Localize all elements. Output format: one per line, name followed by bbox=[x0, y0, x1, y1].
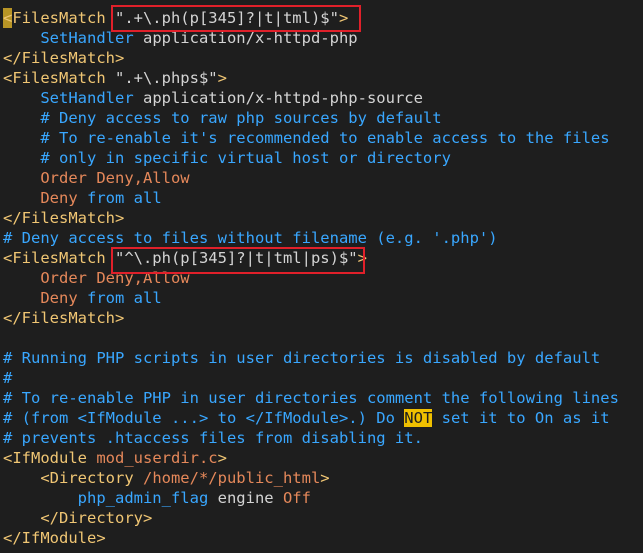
code-token: from bbox=[87, 289, 134, 307]
code-line: # To re-enable PHP in user directories c… bbox=[3, 388, 619, 408]
code-token: </Directory> bbox=[3, 509, 153, 527]
code-token: > bbox=[217, 449, 227, 467]
code-token: # Deny access to raw php sources by defa… bbox=[3, 109, 442, 127]
code-line: <FilesMatch ".+\.phps$"> bbox=[3, 68, 227, 88]
code-line: </IfModule> bbox=[3, 528, 106, 548]
code-line: </FilesMatch> bbox=[3, 308, 124, 328]
code-line: Deny from all bbox=[3, 188, 162, 208]
code-editor[interactable]: <FilesMatch ".+\.ph(p[345]?|t|tml)$"> Se… bbox=[0, 0, 643, 553]
code-token: from bbox=[87, 189, 134, 207]
code-token: <FilesMatch bbox=[3, 69, 115, 87]
code-token: all bbox=[133, 289, 162, 307]
code-line: <IfModule mod_userdir.c> bbox=[3, 448, 227, 468]
code-token: # Deny access to files without filename … bbox=[3, 229, 498, 247]
code-line: </FilesMatch> bbox=[3, 208, 124, 228]
code-line: # prevents .htaccess files from disablin… bbox=[3, 428, 423, 448]
code-token: all bbox=[133, 189, 162, 207]
code-line: # Deny access to raw php sources by defa… bbox=[3, 108, 442, 128]
search-match-highlight: NOT bbox=[404, 409, 433, 427]
code-token: <Directory bbox=[3, 469, 143, 487]
code-token: > bbox=[217, 69, 227, 87]
code-token: <IfModule bbox=[3, 449, 97, 467]
code-token: ".+\.phps$" bbox=[114, 69, 218, 87]
code-token: <FilesMatch bbox=[3, 9, 115, 27]
highlight-box-2 bbox=[111, 247, 365, 274]
code-token: # To re-enable it's recommended to enabl… bbox=[3, 129, 610, 147]
code-token: engine bbox=[217, 489, 283, 507]
code-line: # Deny access to files without filename … bbox=[3, 228, 498, 248]
code-token: > bbox=[320, 469, 330, 487]
code-line: # Running PHP scripts in user directorie… bbox=[3, 348, 600, 368]
code-line: </Directory> bbox=[3, 508, 152, 528]
code-token: # (from <IfModule ...> to </IfModule>.) … bbox=[3, 409, 405, 427]
code-token: # prevents .htaccess files from disablin… bbox=[3, 429, 423, 447]
code-token: mod_userdir.c bbox=[96, 449, 218, 467]
code-token: application/x-httpd-php-source bbox=[142, 89, 423, 107]
code-line: # (from <IfModule ...> to </IfModule>.) … bbox=[3, 408, 610, 428]
code-token: SetHandler bbox=[3, 89, 143, 107]
code-token: Deny bbox=[3, 289, 87, 307]
code-line: <Directory /home/*/public_html> bbox=[3, 468, 330, 488]
code-line: </FilesMatch> bbox=[3, 48, 124, 68]
code-token: set it to On as it bbox=[432, 409, 610, 427]
code-token: # Running PHP scripts in user directorie… bbox=[3, 349, 601, 367]
code-line: php_admin_flag engine Off bbox=[3, 488, 311, 508]
code-line: Order Deny,Allow bbox=[3, 168, 190, 188]
code-token: # To re-enable PHP in user directories c… bbox=[3, 389, 619, 407]
code-line: SetHandler application/x-httpd-php-sourc… bbox=[3, 88, 423, 108]
code-line: Deny from all bbox=[3, 288, 162, 308]
code-token: php_admin_flag bbox=[3, 489, 218, 507]
code-token: /home/*/public_html bbox=[142, 469, 321, 487]
code-token: # only in specific virtual host or direc… bbox=[3, 149, 451, 167]
code-token: Off bbox=[282, 489, 311, 507]
code-token: </FilesMatch> bbox=[3, 309, 125, 327]
code-line: # bbox=[3, 368, 12, 388]
code-token: # bbox=[3, 369, 13, 387]
code-token: Deny bbox=[3, 189, 87, 207]
code-token: </IfModule> bbox=[3, 529, 106, 547]
code-token: </FilesMatch> bbox=[3, 49, 125, 67]
highlight-box-1 bbox=[111, 5, 361, 32]
code-token: <FilesMatch bbox=[3, 249, 115, 267]
code-token: Order Deny,Allow bbox=[3, 169, 190, 187]
code-token: </FilesMatch> bbox=[3, 209, 125, 227]
code-line: # only in specific virtual host or direc… bbox=[3, 148, 451, 168]
code-line: # To re-enable it's recommended to enabl… bbox=[3, 128, 610, 148]
